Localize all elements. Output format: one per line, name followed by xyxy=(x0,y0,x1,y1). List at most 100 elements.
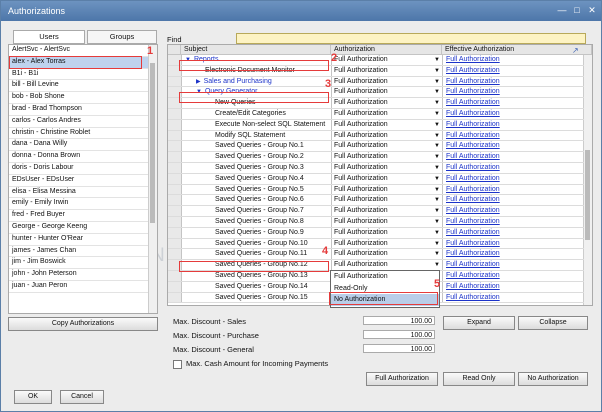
column-effective-authorization[interactable]: Effective Authorization xyxy=(442,45,592,55)
list-item[interactable]: bill - Bill Levine xyxy=(9,80,157,93)
user-list-scrollbar[interactable] xyxy=(148,45,157,313)
column-subject[interactable]: Subject xyxy=(181,45,331,55)
authorization-cell[interactable]: Full Authorization ▼ xyxy=(331,238,442,249)
authorization-cell[interactable]: Full Authorization ▼ xyxy=(331,217,442,227)
copy-authorizations-button[interactable]: Copy Authorizations xyxy=(8,317,158,331)
authorization-cell[interactable]: Full Authorization ▼ xyxy=(331,184,442,195)
list-item[interactable]: carlos - Carlos Andres xyxy=(9,116,157,128)
no-authorization-button[interactable]: No Authorization xyxy=(518,372,588,386)
column-authorization[interactable]: Authorization xyxy=(331,45,442,55)
effective-authorization-link[interactable]: Full Authorization xyxy=(442,271,584,281)
dropdown-arrow-icon[interactable]: ▼ xyxy=(434,77,440,87)
table-row[interactable]: Saved Queries - Group No.11 Full Authoriz… xyxy=(168,249,584,261)
subject-cell[interactable]: Saved Queries - Group No.10 xyxy=(215,239,308,249)
max-cash-checkbox[interactable] xyxy=(173,360,182,369)
dropdown-arrow-icon[interactable]: ▼ xyxy=(434,217,440,227)
authorization-cell[interactable]: Full Authorization ▼ xyxy=(331,152,442,162)
max-discount-purchase-field[interactable]: 100.00 xyxy=(363,330,435,339)
subject-cell[interactable]: Create/Edit Categories xyxy=(215,109,286,119)
expand-corner-icon[interactable]: ↗ xyxy=(572,46,579,55)
effective-authorization-link[interactable]: Full Authorization xyxy=(442,163,584,173)
table-row[interactable]: ▶ Sales and Purchasing Full Authorization ▼… xyxy=(168,76,584,88)
subject-cell[interactable]: Saved Queries - Group No.14 xyxy=(215,282,308,292)
effective-authorization-link[interactable]: Full Authorization xyxy=(442,119,584,130)
table-row[interactable]: Saved Queries - Group No.2 Full Authoriza… xyxy=(168,152,584,163)
authorization-cell[interactable]: Full Authorization ▼ xyxy=(331,195,442,206)
table-row[interactable]: Execute Non-select SQL Statement Full Aut… xyxy=(168,119,584,131)
subject-cell[interactable]: Saved Queries - Group No.1 xyxy=(215,141,304,151)
ok-button[interactable]: OK xyxy=(14,390,52,404)
effective-authorization-link[interactable]: Full Authorization xyxy=(442,249,584,260)
authorization-cell[interactable]: Full Authorization ▼ xyxy=(331,65,442,76)
scrollbar-thumb[interactable] xyxy=(585,150,590,240)
subject-cell[interactable]: Saved Queries - Group No.3 xyxy=(215,163,304,173)
dropdown-arrow-icon[interactable]: ▼ xyxy=(434,260,440,270)
subject-cell[interactable]: Saved Queries - Group No.9 xyxy=(215,228,304,238)
effective-authorization-link[interactable]: Full Authorization xyxy=(442,152,584,162)
dropdown-arrow-icon[interactable]: ▼ xyxy=(434,87,440,97)
list-item[interactable]: fred - Fred Buyer xyxy=(9,210,157,222)
list-item[interactable]: George - George Keeng xyxy=(9,222,157,234)
effective-authorization-link[interactable]: Full Authorization xyxy=(442,292,584,303)
dropdown-arrow-icon[interactable]: ▼ xyxy=(434,141,440,151)
list-item[interactable]: james - James Chan xyxy=(9,246,157,258)
authorization-cell[interactable]: Full Authorization ▼ xyxy=(331,87,442,98)
tab-groups[interactable]: Groups xyxy=(87,30,157,44)
dropdown-arrow-icon[interactable]: ▼ xyxy=(434,109,440,119)
subject-cell[interactable]: Saved Queries - Group No.5 xyxy=(215,185,304,195)
effective-authorization-link[interactable]: Full Authorization xyxy=(442,130,584,141)
subject-cell[interactable]: Execute Non-select SQL Statement xyxy=(215,120,325,130)
subject-cell[interactable]: Modify SQL Statement xyxy=(215,131,285,141)
list-item[interactable]: emily - Emily Irwin xyxy=(9,198,157,211)
dropdown-arrow-icon[interactable]: ▼ xyxy=(434,120,440,130)
dropdown-arrow-icon[interactable]: ▼ xyxy=(434,131,440,141)
expand-button[interactable]: Expand xyxy=(443,316,515,330)
subject-cell[interactable]: Saved Queries - Group No.4 xyxy=(215,174,304,184)
maximize-icon[interactable]: □ xyxy=(571,5,583,16)
authorization-cell[interactable]: Full Authorization ▼ xyxy=(331,98,442,108)
effective-authorization-link[interactable]: Full Authorization xyxy=(442,109,584,119)
subject-cell[interactable]: Saved Queries - Group No.13 xyxy=(215,271,308,281)
list-item[interactable]: B1i - B1i xyxy=(9,69,157,81)
dropdown-arrow-icon[interactable]: ▼ xyxy=(434,163,440,173)
list-item[interactable]: john - John Peterson xyxy=(9,269,157,281)
authorization-cell[interactable]: Full Authorization ▼ xyxy=(331,130,442,141)
effective-authorization-link[interactable]: Full Authorization xyxy=(442,260,584,270)
effective-authorization-link[interactable]: Full Authorization xyxy=(442,238,584,249)
subject-cell[interactable]: Saved Queries - Group No.6 xyxy=(215,195,304,205)
dropdown-arrow-icon[interactable]: ▼ xyxy=(434,185,440,195)
list-item[interactable]: donna - Donna Brown xyxy=(9,151,157,163)
dropdown-arrow-icon[interactable]: ▼ xyxy=(434,228,440,238)
list-item[interactable]: hunter - Hunter O'Rear xyxy=(9,234,157,246)
effective-authorization-link[interactable]: Full Authorization xyxy=(442,76,584,87)
subject-cell[interactable]: Saved Queries - Group No.7 xyxy=(215,206,304,216)
table-row[interactable]: Saved Queries - Group No.7 Full Authoriza… xyxy=(168,206,584,217)
table-row[interactable]: Saved Queries - Group No.9 Full Authoriza… xyxy=(168,227,584,239)
list-item[interactable]: juan - Juan Peron xyxy=(9,281,157,293)
full-authorization-button[interactable]: Full Authorization xyxy=(366,372,438,386)
table-row[interactable]: Saved Queries - Group No.10 Full Authoriz… xyxy=(168,238,584,250)
table-row[interactable]: Saved Queries - Group No.5 Full Authoriza… xyxy=(168,184,584,196)
dropdown-arrow-icon[interactable]: ▼ xyxy=(434,195,440,205)
effective-authorization-link[interactable]: Full Authorization xyxy=(442,87,584,98)
dropdown-arrow-icon[interactable]: ▼ xyxy=(434,249,440,259)
authorization-cell[interactable]: Full Authorization ▼ xyxy=(331,260,442,270)
list-item[interactable]: doris - Doris Labour xyxy=(9,163,157,175)
effective-authorization-link[interactable]: Full Authorization xyxy=(442,141,584,152)
effective-authorization-link[interactable]: Full Authorization xyxy=(442,195,584,206)
cancel-button[interactable]: Cancel xyxy=(60,390,104,404)
authorization-cell[interactable]: Full Authorization ▼ xyxy=(331,119,442,130)
dropdown-arrow-icon[interactable]: ▼ xyxy=(434,66,440,76)
effective-authorization-link[interactable]: Full Authorization xyxy=(442,173,584,184)
find-input[interactable] xyxy=(236,33,586,44)
table-row[interactable]: Saved Queries - Group No.1 Full Authoriza… xyxy=(168,141,584,153)
dropdown-arrow-icon[interactable]: ▼ xyxy=(434,206,440,216)
authorization-cell[interactable]: Full Authorization ▼ xyxy=(331,173,442,184)
list-item[interactable]: christin - Christine Roblet xyxy=(9,128,157,140)
collapsed-arrow-icon[interactable]: ▶ xyxy=(196,79,201,85)
subject-cell[interactable]: Saved Queries - Group No.8 xyxy=(215,217,304,227)
close-icon[interactable]: ✕ xyxy=(586,5,598,16)
list-item[interactable]: dana - Dana Willy xyxy=(9,139,157,152)
table-row[interactable]: Modify SQL Statement Full Authorization ▼ F… xyxy=(168,130,584,142)
effective-authorization-link[interactable]: Full Authorization xyxy=(442,281,584,292)
